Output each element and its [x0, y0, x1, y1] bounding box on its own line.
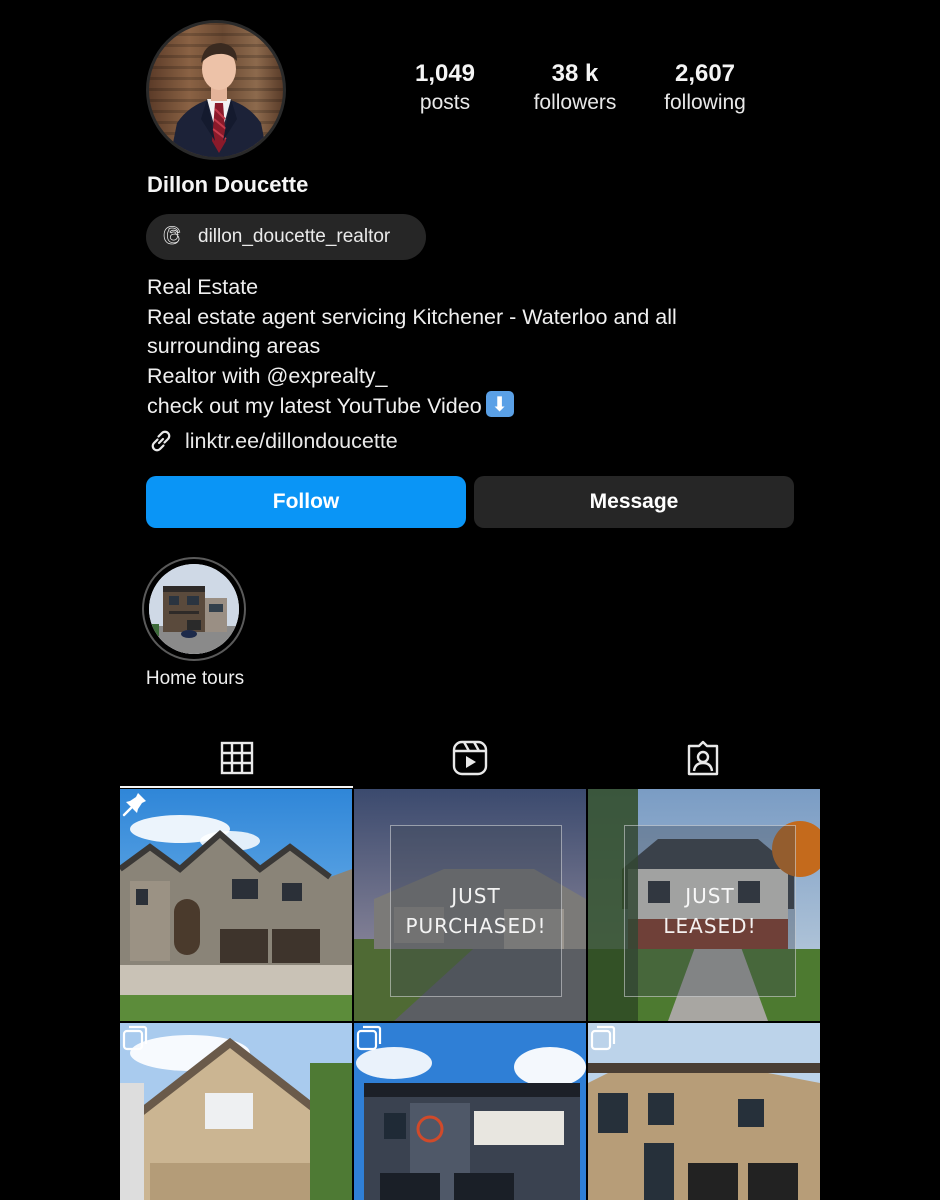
post-overlay-text: JUST	[451, 884, 501, 908]
threads-badge[interactable]: dillon_doucette_realtor	[146, 214, 426, 260]
bio-line-mention[interactable]: Realtor with @exprealty_	[147, 362, 787, 392]
profile-bio: Real Estate Real estate agent servicing …	[147, 273, 787, 422]
highlight-label: Home tours	[145, 668, 245, 689]
follow-button[interactable]: Follow	[146, 476, 466, 528]
post-thumbnail[interactable]	[120, 789, 352, 1021]
pin-icon	[122, 793, 146, 817]
stat-followers[interactable]: 38 k followers	[510, 58, 640, 116]
stat-following-count: 2,607	[674, 60, 736, 87]
link-icon	[151, 430, 171, 452]
post-overlay-text: JUST	[685, 884, 735, 908]
message-button[interactable]: Message	[474, 476, 794, 528]
carousel-icon	[590, 1025, 616, 1051]
highlight-cover-image	[149, 564, 239, 654]
profile-avatar[interactable]	[146, 20, 286, 160]
post-thumbnail[interactable]	[120, 1023, 352, 1200]
profile-tabs	[120, 728, 820, 788]
profile-stats: 1,049 posts 38 k followers 2,607 followi…	[380, 58, 770, 116]
threads-icon	[163, 225, 181, 245]
carousel-icon	[122, 1025, 148, 1051]
profile-name: Dillon Doucette	[147, 172, 309, 197]
stat-followers-label: followers	[533, 91, 617, 114]
post-overlay-card: JUST LEASED!	[624, 825, 796, 997]
tab-active-indicator	[120, 786, 353, 788]
post-overlay-text: LEASED!	[663, 914, 757, 938]
stat-following[interactable]: 2,607 following	[640, 58, 770, 116]
tab-posts[interactable]	[120, 728, 353, 788]
bio-line: Real estate agent servicing Kitchener - …	[147, 304, 677, 329]
threads-handle: dillon_doucette_realtor	[198, 226, 391, 247]
grid-icon	[220, 741, 253, 775]
profile-link[interactable]: linktr.ee/dillondoucette	[147, 427, 398, 455]
carousel-icon	[356, 1025, 382, 1051]
stat-followers-count: 38 k	[551, 60, 599, 87]
post-overlay-card: JUST PURCHASED!	[390, 825, 562, 997]
post-overlay-text: PURCHASED!	[405, 914, 547, 938]
stat-posts-label: posts	[419, 91, 471, 114]
bio-line-text: check out my latest YouTube Video	[147, 394, 482, 418]
post-thumbnail[interactable]	[354, 1023, 586, 1200]
post-thumbnail[interactable]: JUST LEASED!	[588, 789, 820, 1021]
post-thumbnail[interactable]	[588, 1023, 820, 1200]
stat-posts[interactable]: 1,049 posts	[380, 58, 510, 116]
bio-line: surrounding areas	[147, 334, 321, 358]
tagged-icon	[688, 740, 719, 776]
stat-following-label: following	[664, 91, 746, 114]
tab-reels[interactable]	[353, 728, 586, 788]
stat-posts-count: 1,049	[414, 60, 476, 87]
reels-icon	[452, 740, 488, 776]
highlight-home-tours[interactable]	[142, 557, 246, 661]
bio-line: Real Estate	[147, 275, 259, 299]
tab-tagged[interactable]	[587, 728, 820, 788]
link-url: linktr.ee/dillondoucette	[185, 428, 398, 453]
down-arrow-emoji-icon	[485, 391, 514, 417]
post-thumbnail[interactable]: JUST PURCHASED!	[354, 789, 586, 1021]
bio-line-youtube: check out my latest YouTube Video	[147, 391, 787, 422]
